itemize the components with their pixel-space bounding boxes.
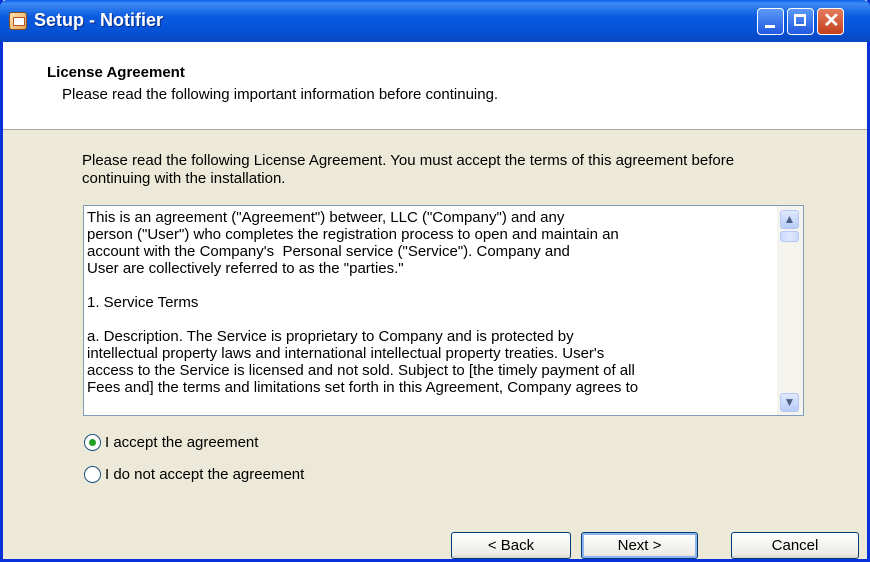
cancel-button[interactable]: Cancel <box>731 532 859 559</box>
setup-window: Setup - Notifier ✕ License Agreement Ple… <box>0 0 870 562</box>
wizard-header: License Agreement Please read the follow… <box>3 42 867 130</box>
close-button[interactable]: ✕ <box>817 8 844 35</box>
arrow-up-icon: ▲ <box>783 212 796 226</box>
vertical-scrollbar[interactable]: ▲ ▼ <box>777 206 803 415</box>
back-button[interactable]: < Back <box>451 532 571 559</box>
accept-label[interactable]: I accept the agreement <box>105 434 258 451</box>
next-button[interactable]: Next > <box>581 532 698 559</box>
accept-radio[interactable] <box>84 434 101 451</box>
minimize-icon <box>765 25 775 28</box>
license-textbox[interactable]: This is an agreement ("Agreement") betwe… <box>83 205 804 416</box>
arrow-down-icon: ▼ <box>783 395 796 409</box>
scroll-thumb[interactable] <box>780 231 799 242</box>
setup-icon <box>9 12 27 30</box>
close-icon: ✕ <box>823 10 840 32</box>
page-subtitle: Please read the following important info… <box>62 86 499 103</box>
page-title: License Agreement <box>47 64 185 81</box>
maximize-button[interactable] <box>787 8 814 35</box>
scroll-down-button[interactable]: ▼ <box>780 393 799 412</box>
instructions-text: Please read the following License Agreem… <box>82 152 735 187</box>
decline-radio[interactable] <box>84 466 101 483</box>
title-bar[interactable]: Setup - Notifier ✕ <box>0 0 870 42</box>
window-title: Setup - Notifier <box>34 10 163 30</box>
license-text: This is an agreement ("Agreement") betwe… <box>87 209 639 396</box>
minimize-button[interactable] <box>757 8 784 35</box>
scroll-up-button[interactable]: ▲ <box>780 210 799 229</box>
maximize-icon <box>794 14 806 26</box>
decline-label[interactable]: I do not accept the agreement <box>105 466 304 483</box>
